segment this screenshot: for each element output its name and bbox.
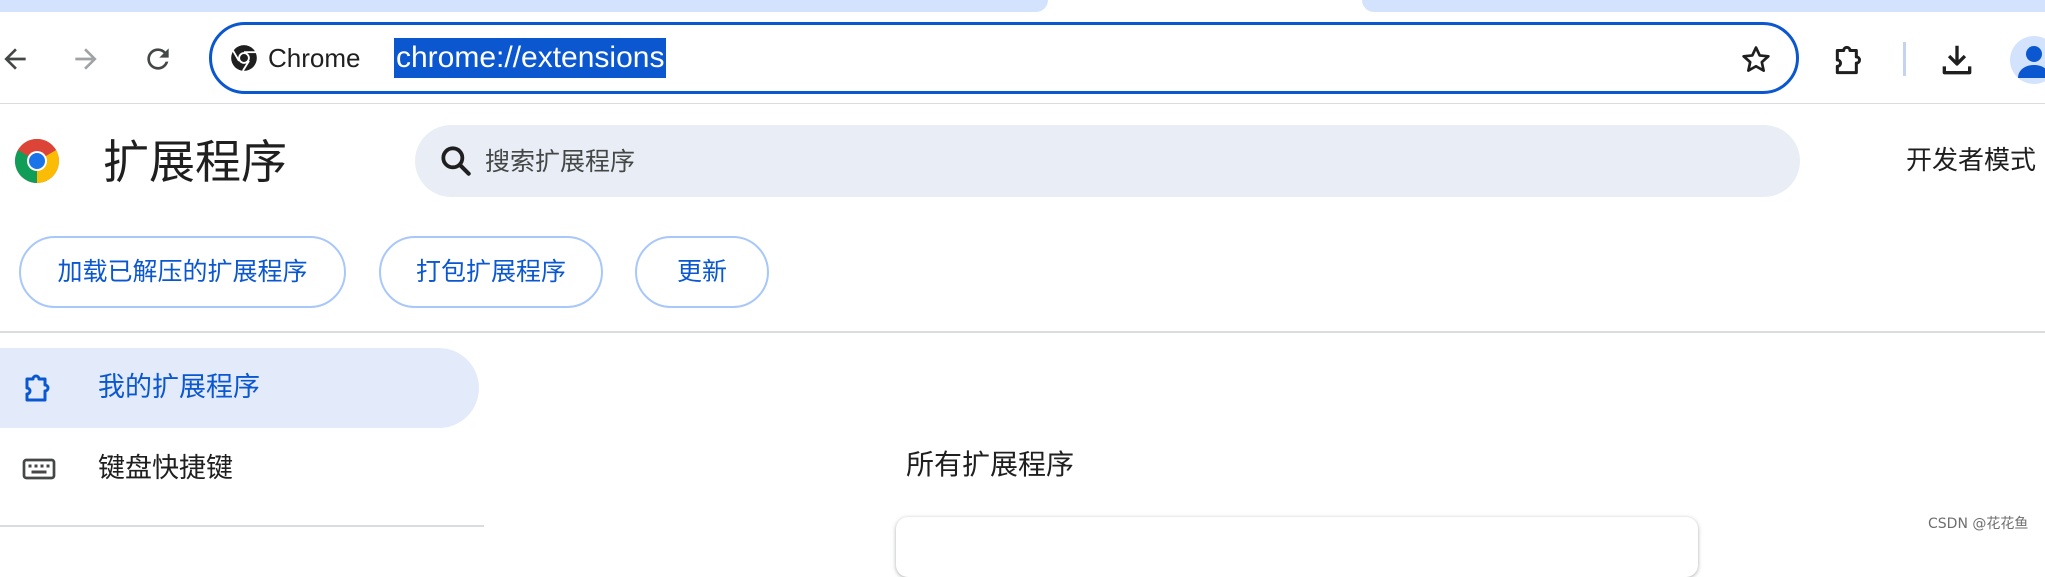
tab-strip — [0, 0, 2045, 14]
search-icon — [437, 142, 475, 180]
extensions-card — [896, 517, 1698, 577]
keyboard-icon — [20, 450, 58, 488]
search-input[interactable] — [483, 139, 1773, 183]
address-bar[interactable]: Chrome chrome://extensions — [209, 22, 1799, 94]
browser-toolbar: Chrome chrome://extensions — [0, 14, 2045, 104]
tab[interactable] — [1362, 0, 2045, 12]
reload-button[interactable] — [135, 36, 181, 82]
load-unpacked-button[interactable]: 加载已解压的扩展程序 — [19, 236, 346, 308]
sidebar-item-label: 我的扩展程序 — [98, 372, 260, 403]
update-button[interactable]: 更新 — [635, 236, 769, 308]
toolbar-separator — [1903, 42, 1906, 76]
chrome-logo-icon — [15, 139, 59, 183]
section-title: 所有扩展程序 — [906, 448, 1075, 481]
tab[interactable] — [0, 0, 1048, 12]
site-chip[interactable]: Chrome — [230, 38, 360, 78]
toolbar-actions: 加载已解压的扩展程序 打包扩展程序 更新 — [0, 236, 2045, 310]
sidebar-divider — [0, 525, 484, 527]
puzzle-icon — [20, 369, 58, 407]
download-icon — [1942, 45, 1972, 75]
url-text[interactable]: chrome://extensions — [394, 38, 667, 78]
extensions-header: 扩展程序 开发者模式 — [0, 104, 2045, 224]
extensions-button[interactable] — [1826, 36, 1874, 84]
back-button[interactable] — [0, 36, 38, 82]
bookmark-button[interactable] — [1736, 40, 1776, 80]
sidebar-item-label: 键盘快捷键 — [98, 453, 233, 484]
arrow-back-icon — [4, 48, 26, 70]
sidebar-item-keyboard-shortcuts[interactable]: 键盘快捷键 — [0, 429, 479, 509]
sidebar-item-my-extensions[interactable]: 我的扩展程序 — [0, 348, 479, 428]
chrome-icon — [230, 44, 258, 72]
watermark: CSDN @花花鱼 — [1928, 516, 2029, 532]
page-title: 扩展程序 — [103, 135, 287, 189]
developer-mode-label[interactable]: 开发者模式 — [1906, 144, 2036, 178]
avatar-icon — [2018, 46, 2045, 78]
reload-icon — [147, 48, 169, 70]
search-box[interactable] — [415, 125, 1800, 197]
header-divider — [0, 331, 2045, 333]
pack-extension-button[interactable]: 打包扩展程序 — [379, 236, 603, 308]
forward-button[interactable] — [63, 36, 109, 82]
arrow-forward-icon — [75, 48, 97, 70]
site-chip-label: Chrome — [268, 42, 361, 73]
puzzle-icon — [1835, 45, 1861, 75]
downloads-button[interactable] — [1933, 36, 1981, 84]
profile-button[interactable] — [2010, 36, 2045, 84]
star-icon — [1742, 46, 1770, 72]
